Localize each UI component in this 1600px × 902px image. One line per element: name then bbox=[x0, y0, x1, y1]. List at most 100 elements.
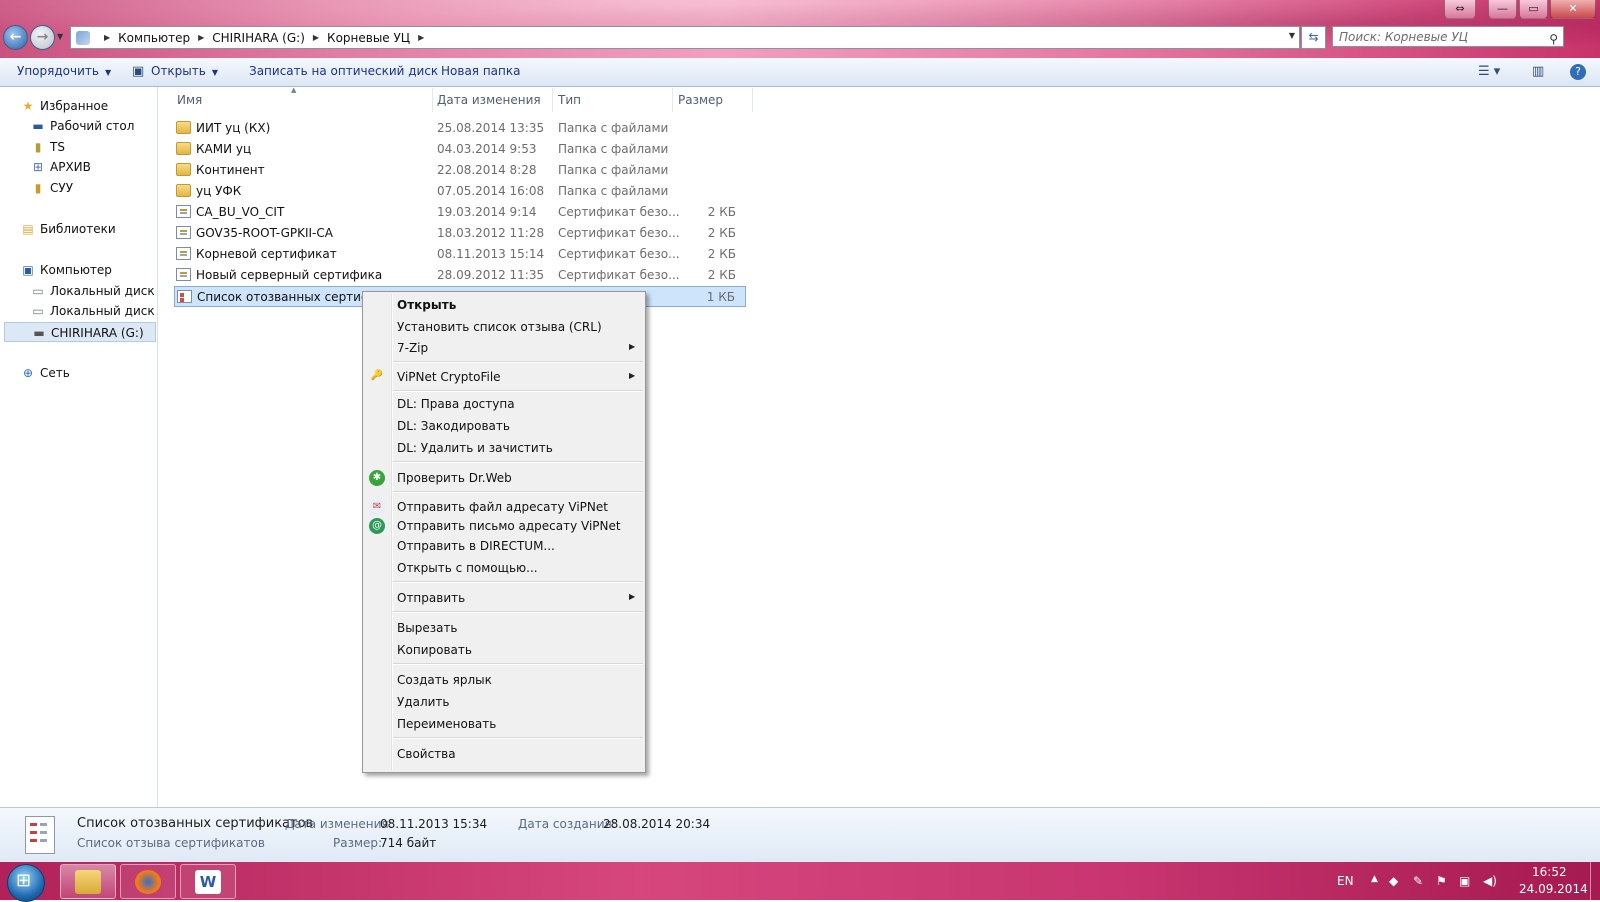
volume-icon[interactable]: ◀) bbox=[1483, 874, 1497, 888]
file-row[interactable]: Корневой сертификат 08.11.2013 15:14 Серти… bbox=[174, 244, 746, 265]
sidebar-item-disk-d[interactable]: ▭ Локальный диск (D bbox=[30, 301, 157, 321]
file-row[interactable]: CA_BU_VO_CIT 19.03.2014 9:14 Сертификат бе… bbox=[174, 202, 746, 223]
folder-icon bbox=[176, 184, 191, 197]
menu-item-vipnet-send-file[interactable]: Отправить файл адресату ViPNet bbox=[397, 497, 608, 517]
file-name: КАМИ уц bbox=[196, 142, 252, 156]
file-type: Сертификат безо... bbox=[558, 205, 680, 219]
file-row[interactable]: Новый серверный сертификат ООС 28.09.2012… bbox=[174, 265, 746, 286]
language-indicator[interactable]: EN bbox=[1337, 874, 1354, 888]
menu-item-send-to[interactable]: Отправить bbox=[397, 588, 465, 608]
file-row[interactable]: Континент 22.08.2014 8:28 Папка с файлами bbox=[174, 160, 746, 181]
column-header-name[interactable]: Имя bbox=[177, 90, 202, 110]
close-button[interactable]: ✕ bbox=[1550, 0, 1596, 19]
file-date: 04.03.2014 9:53 bbox=[437, 142, 537, 156]
column-header-date[interactable]: Дата изменения bbox=[437, 90, 541, 110]
file-row[interactable]: уц УФК 07.05.2014 16:08 Папка с файлами bbox=[174, 181, 746, 202]
column-divider[interactable] bbox=[752, 88, 753, 112]
taskbar-explorer[interactable] bbox=[60, 864, 116, 899]
menu-item-drweb[interactable]: Проверить Dr.Web bbox=[397, 468, 512, 488]
address-bar[interactable]: ▶ Компьютер ▶ CHIRIHARA (G:) ▶ Корневые … bbox=[70, 26, 1300, 49]
maximize-button[interactable]: ▭ bbox=[1519, 0, 1548, 19]
menu-item-create-shortcut[interactable]: Создать ярлык bbox=[397, 670, 492, 690]
chevron-right-icon[interactable]: ▶ bbox=[198, 33, 204, 42]
menu-item-install-crl[interactable]: Установить список отзыва (CRL) bbox=[397, 317, 602, 337]
back-button[interactable]: ← bbox=[3, 25, 28, 50]
clock-time[interactable]: 16:52 bbox=[1532, 865, 1567, 879]
open-button[interactable]: Открыть ▼ bbox=[151, 64, 218, 78]
file-type: Сертификат безо... bbox=[558, 268, 680, 282]
clock-date[interactable]: 24.09.2014 bbox=[1519, 882, 1588, 896]
menu-separator bbox=[393, 390, 643, 392]
menu-item-properties[interactable]: Свойства bbox=[397, 744, 456, 764]
action-center-flag-icon[interactable]: ⚑ bbox=[1436, 874, 1447, 888]
tray-key-icon[interactable]: ✎ bbox=[1413, 874, 1423, 888]
sidebar-item-libraries[interactable]: ▤ Библиотеки bbox=[20, 219, 115, 239]
menu-item-cut[interactable]: Вырезать bbox=[397, 618, 458, 638]
sidebar-item-cyy[interactable]: ▮ СУУ bbox=[30, 178, 73, 198]
network-icon[interactable]: ▣ bbox=[1459, 874, 1470, 888]
menu-item-open-with[interactable]: Открыть с помощью... bbox=[397, 558, 538, 578]
menu-item-directum[interactable]: Отправить в DIRECTUM... bbox=[397, 536, 555, 556]
search-input[interactable]: Поиск: Корневые УЦ ⚲ bbox=[1332, 26, 1564, 47]
vipnet-letter-icon: @ bbox=[369, 518, 385, 534]
menu-item-vipnet-send-letter[interactable]: Отправить письмо адресату ViPNet bbox=[397, 516, 621, 536]
hard-drive-icon: ▭ bbox=[32, 284, 44, 298]
network-icon: ⊕ bbox=[22, 366, 34, 380]
menu-item-delete[interactable]: Удалить bbox=[397, 692, 450, 712]
chevron-right-icon[interactable]: ▶ bbox=[104, 33, 110, 42]
organize-button[interactable]: Упорядочить ▼ bbox=[17, 64, 111, 78]
recent-pages-dropdown-icon[interactable]: ▼ bbox=[57, 32, 63, 41]
menu-item-rename[interactable]: Переименовать bbox=[397, 714, 496, 734]
burn-button[interactable]: Записать на оптический диск bbox=[249, 64, 438, 78]
menu-item-open[interactable]: Открыть bbox=[397, 295, 456, 315]
view-options-icon[interactable]: ☰ ▾ bbox=[1478, 64, 1500, 79]
breadcrumb-folder[interactable]: Корневые УЦ bbox=[327, 31, 410, 45]
menu-item-dl-access[interactable]: DL: Права доступа bbox=[397, 394, 515, 414]
start-button[interactable] bbox=[7, 864, 45, 902]
column-header-size[interactable]: Размер bbox=[678, 90, 723, 110]
column-divider[interactable] bbox=[552, 88, 553, 112]
menu-item-dl-delete[interactable]: DL: Удалить и зачистить bbox=[397, 438, 553, 458]
sidebar-item-desktop[interactable]: ▬ Рабочий стол bbox=[30, 116, 134, 136]
show-desktop-button[interactable] bbox=[1590, 862, 1600, 900]
chevron-down-icon[interactable]: ▼ bbox=[1289, 31, 1295, 40]
crl-icon bbox=[177, 290, 192, 303]
new-folder-button[interactable]: Новая папка bbox=[441, 64, 520, 78]
forward-button[interactable]: → bbox=[30, 25, 55, 50]
tray-expand-icon[interactable]: ▲ bbox=[1371, 874, 1378, 884]
sidebar-item-network[interactable]: ⊕ Сеть bbox=[20, 363, 70, 383]
folder-icon bbox=[75, 870, 101, 894]
sidebar-item-computer[interactable]: ▣ Компьютер bbox=[20, 260, 112, 280]
menu-item-copy[interactable]: Копировать bbox=[397, 640, 472, 660]
help-icon[interactable]: ? bbox=[1570, 64, 1586, 80]
details-pane: Список отозванных сертификатов Список от… bbox=[0, 807, 1600, 863]
column-header-type[interactable]: Тип bbox=[558, 90, 581, 110]
taskbar-word[interactable]: W bbox=[180, 864, 236, 899]
breadcrumb-computer[interactable]: Компьютер bbox=[118, 31, 190, 45]
preview-pane-icon[interactable]: ▥ bbox=[1532, 64, 1544, 79]
refresh-button[interactable]: ⇆ bbox=[1301, 26, 1326, 49]
sidebar-item-disk-c[interactable]: ▭ Локальный диск (C bbox=[30, 281, 157, 301]
taskbar-firefox[interactable] bbox=[120, 864, 176, 899]
resize-button[interactable]: ⇔ bbox=[1444, 0, 1476, 19]
sidebar-item-drive-g[interactable]: ▬ CHIRIHARA (G:) bbox=[4, 322, 156, 342]
sidebar-item-archive[interactable]: ⊞ АРХИВ bbox=[30, 157, 91, 177]
sidebar-item-favorites[interactable]: ★ Избранное bbox=[20, 96, 109, 116]
chevron-right-icon[interactable]: ▶ bbox=[418, 33, 424, 42]
menu-item-dl-encode[interactable]: DL: Закодировать bbox=[397, 416, 510, 436]
sidebar-item-ts[interactable]: ▮ TS bbox=[30, 137, 65, 157]
minimize-button[interactable]: — bbox=[1488, 0, 1517, 19]
breadcrumb-drive[interactable]: CHIRIHARA (G:) bbox=[212, 31, 305, 45]
menu-item-7zip[interactable]: 7-Zip bbox=[397, 338, 428, 358]
file-row[interactable]: ИИТ уц (КХ) 25.08.2014 13:35 Папка с файла… bbox=[174, 118, 746, 139]
file-row[interactable]: КАМИ уц 04.03.2014 9:53 Папка с файлами bbox=[174, 139, 746, 160]
column-divider[interactable] bbox=[432, 88, 433, 112]
menu-item-vipnet-cryptofile[interactable]: ViPNet CryptoFile bbox=[397, 367, 501, 387]
file-row[interactable]: GOV35-ROOT-GPKII-CA 18.03.2012 11:28 Серти… bbox=[174, 223, 746, 244]
chevron-right-icon[interactable]: ▶ bbox=[313, 33, 319, 42]
column-divider[interactable] bbox=[672, 88, 673, 112]
tray-app-icon[interactable]: ◆ bbox=[1389, 874, 1398, 888]
file-date: 07.05.2014 16:08 bbox=[437, 184, 545, 198]
chevron-down-icon: ▼ bbox=[104, 68, 112, 77]
search-icon[interactable]: ⚲ bbox=[1549, 29, 1558, 50]
